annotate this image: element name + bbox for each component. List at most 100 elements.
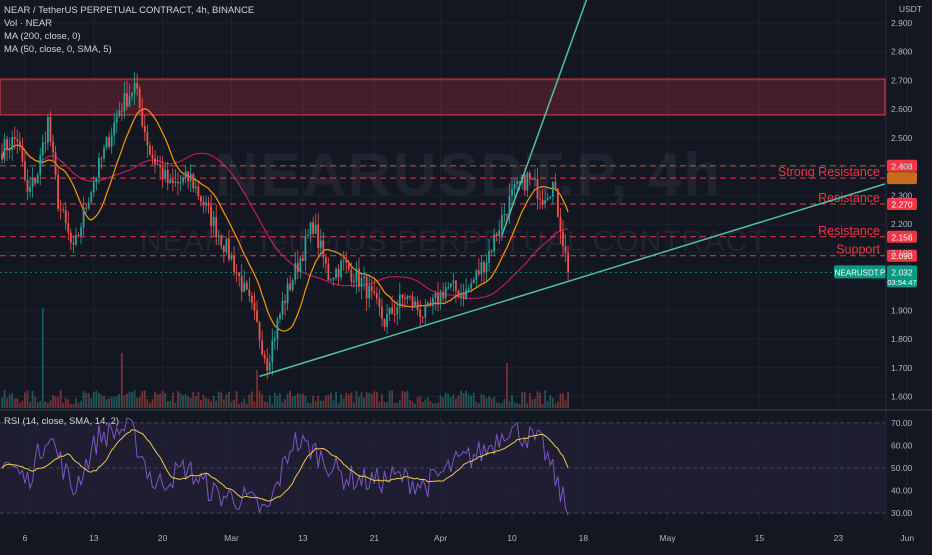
volume-bar — [126, 393, 128, 408]
volume-bar — [47, 402, 49, 408]
volume-bar — [161, 390, 164, 408]
volume-bar — [472, 392, 475, 408]
volume-bar — [373, 391, 376, 408]
candle-body — [174, 181, 177, 183]
candle-body — [169, 179, 172, 184]
candle-body — [342, 260, 345, 262]
candle-body — [100, 157, 103, 159]
volume-bar — [434, 403, 437, 408]
volume-bar — [500, 402, 503, 408]
candle-body — [248, 289, 251, 296]
volume-bar — [416, 397, 419, 408]
volume-bar — [3, 390, 6, 408]
volume-bar — [222, 399, 225, 408]
candle-body — [39, 155, 42, 175]
candle-body — [64, 209, 67, 224]
legend-ma200[interactable]: MA (200, close, 0) — [4, 30, 254, 43]
volume-bar — [271, 403, 274, 408]
level-label-bg — [887, 172, 917, 185]
volume-bar — [340, 394, 343, 408]
chart-stage[interactable]: 2.403 Strong Resistance 2.270 Resistance 2.1… — [0, 0, 932, 550]
candle-body — [335, 268, 337, 278]
legend-vol[interactable]: Vol · NEAR — [4, 17, 254, 30]
volume-bar — [562, 393, 564, 408]
volume-bar — [388, 390, 391, 408]
candle-body — [67, 223, 70, 233]
candle-body — [197, 186, 200, 197]
y-tick-label: 1.900 — [891, 305, 913, 315]
x-tick-label: 13 — [89, 533, 99, 543]
x-tick-label: 10 — [507, 533, 517, 543]
candle-body — [358, 268, 360, 287]
volume-bar — [182, 395, 184, 408]
candle-body — [44, 142, 47, 144]
candle-body — [128, 96, 131, 107]
volume-bar — [67, 399, 70, 408]
candle-body — [189, 173, 192, 182]
volume-bar — [457, 395, 460, 408]
candle-body — [268, 362, 271, 371]
volume-bar — [92, 392, 95, 408]
volume-bar — [444, 392, 447, 408]
x-tick-label: 20 — [158, 533, 168, 543]
candle-body — [294, 263, 297, 281]
volume-bar — [549, 395, 552, 408]
volume-bar — [432, 403, 434, 408]
candle-body — [381, 307, 383, 319]
level-label: 2.270 — [891, 200, 913, 210]
candle-body — [391, 307, 394, 315]
volume-bar — [18, 403, 21, 408]
candle-body — [452, 280, 455, 284]
candle-body — [49, 116, 52, 142]
candle-body — [386, 313, 388, 327]
volume-bar — [69, 403, 72, 408]
x-tick-label: 21 — [370, 533, 380, 543]
candle-body — [243, 282, 246, 292]
volume-bar — [330, 392, 332, 408]
volume-bar — [95, 390, 98, 408]
candle-body — [455, 280, 457, 291]
candle-body — [1, 153, 3, 160]
candle-body — [330, 279, 332, 281]
candle-body — [506, 214, 508, 216]
candle-body — [57, 174, 59, 209]
candle-body — [131, 93, 133, 97]
candle-body — [353, 281, 355, 283]
candle-body — [54, 152, 57, 175]
candle-body — [347, 262, 350, 270]
volume-bar — [531, 399, 534, 408]
x-tick-label: Apr — [434, 533, 447, 543]
legend-ma50[interactable]: MA (50, close, 0, SMA, 5) — [4, 43, 254, 56]
candle-body — [126, 93, 128, 107]
candle-body — [281, 300, 284, 315]
volume-bar — [21, 400, 24, 408]
candle-body — [404, 297, 406, 299]
volume-bar — [314, 400, 317, 408]
volume-bar — [495, 402, 498, 408]
volume-bar — [100, 394, 103, 408]
volume-bar — [258, 390, 261, 408]
candle-body — [192, 173, 195, 189]
legend-rsi[interactable]: RSI (14, close, SMA, 14, 2) — [4, 416, 119, 427]
volume-bar — [87, 393, 90, 408]
volume-bar — [31, 391, 34, 408]
candle-body — [11, 137, 14, 150]
volume-bar — [26, 390, 29, 408]
volume-bar — [508, 401, 511, 408]
candle-body — [393, 314, 396, 316]
volume-bar — [276, 395, 279, 408]
volume-bar — [120, 353, 123, 408]
candle-body — [52, 141, 54, 153]
candle-body — [90, 192, 93, 203]
volume-bar — [406, 390, 409, 408]
rsi-tick-label: 70.00 — [891, 418, 913, 428]
candle-body — [82, 207, 85, 228]
volume-bar — [368, 392, 371, 408]
y-tick-label: 2.500 — [891, 133, 913, 143]
volume-bar — [212, 395, 215, 408]
volume-bar — [511, 395, 513, 408]
legend-title[interactable]: NEAR / TetherUS PERPETUAL CONTRACT, 4h, … — [4, 4, 254, 17]
volume-bar — [426, 397, 429, 408]
chart-svg[interactable]: 2.403Strong Resistance2.270Resistance2.1… — [0, 0, 932, 550]
rsi-tick-label: 60.00 — [891, 440, 913, 450]
